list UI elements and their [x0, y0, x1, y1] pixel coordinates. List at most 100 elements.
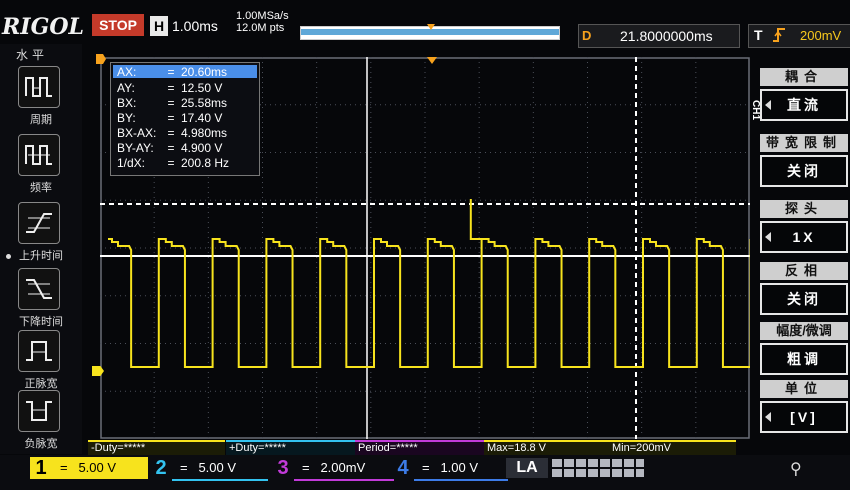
menu-coupling[interactable]: 耦合 直流 [760, 68, 848, 121]
logic-channels-grid-icon[interactable] [552, 459, 644, 477]
ch4-number: 4 [397, 457, 409, 479]
left-arrow-icon [765, 412, 771, 422]
menu-bandwidth-text: 关闭 [787, 163, 821, 179]
ch2-coupling: = [180, 460, 188, 475]
ch2-number: 2 [155, 457, 167, 479]
timebase-value[interactable]: 1.00ms [172, 18, 218, 34]
trigger-level: 200mV [800, 28, 842, 43]
measure-pos-duty[interactable]: +Duty=***** [226, 440, 355, 455]
ch2-indicator[interactable]: 2 = 5.00 V [150, 457, 268, 481]
cursor-key: BX: [117, 96, 137, 110]
ch2-scale: = 5.00 V [172, 457, 268, 481]
cursor-value: 4.980ms [181, 126, 228, 140]
menu-invert-text: 关闭 [787, 291, 821, 307]
cursor-value: 25.58ms [181, 96, 228, 110]
menu-unit-value[interactable]: [V] [760, 401, 848, 433]
measure-frequency-label: 频率 [30, 182, 52, 194]
measure-fall-time-item[interactable]: 下降时间 [18, 268, 64, 329]
sample-info: 1.00MSa/s 12.0M pts [236, 10, 289, 34]
measure-min[interactable]: Min=200mV [609, 440, 736, 455]
cursor-key: BY: [117, 111, 136, 125]
cursor-row-ax: AX: = 20.60ms [113, 65, 257, 79]
trigger-position-marker-icon [427, 24, 435, 30]
ch4-indicator[interactable]: 4 = 1.00 V [392, 457, 508, 481]
cursor-value: 12.50 V [181, 81, 223, 95]
measure-neg-duty[interactable]: -Duty=***** [88, 440, 225, 455]
cursor-eq: = [167, 65, 175, 79]
cursor-key: 1/dX: [117, 156, 146, 170]
usb-icon: ⚲ [790, 461, 802, 478]
positive-width-icon [18, 330, 60, 372]
delay-value: 21.8000000ms [620, 28, 713, 44]
ch1-indicator[interactable]: 1 = 5.00 V [30, 457, 148, 479]
ch1-number: 1 [30, 457, 52, 479]
menu-fine-text: 粗调 [787, 351, 821, 367]
menu-bandwidth-limit[interactable]: 带宽限制 关闭 [760, 134, 848, 187]
cursor-eq: = [167, 141, 175, 155]
measure-frequency-item[interactable]: 频率 [18, 134, 64, 195]
measure-positive-width-item[interactable]: 正脉宽 [18, 330, 64, 391]
measure-positive-width-label: 正脉宽 [24, 378, 58, 390]
negative-width-icon [18, 390, 60, 432]
run-stop-status[interactable]: STOP [92, 14, 144, 36]
cursor-row-ay: AY: = 12.50 V [117, 81, 223, 95]
period-icon [18, 66, 60, 108]
cursor-row-dx: BX-AX: = 4.980ms [117, 126, 228, 140]
ch4-coupling: = [422, 460, 430, 475]
menu-coupling-value[interactable]: 直流 [760, 89, 848, 121]
menu-invert[interactable]: 反相 关闭 [760, 262, 848, 315]
menu-invert-title: 反相 [760, 262, 848, 280]
cursor-eq: = [167, 96, 175, 110]
memory-depth: 12.0M pts [236, 22, 285, 34]
menu-fine-value[interactable]: 粗调 [760, 343, 848, 375]
menu-fine-title: 幅度/微调 [760, 322, 848, 340]
cursor-row-bx: BX: = 25.58ms [117, 96, 228, 110]
left-arrow-icon [765, 232, 771, 242]
measure-rise-time-item[interactable]: 上升时间 [18, 202, 64, 263]
menu-fine-adjust[interactable]: 幅度/微调 粗调 [760, 322, 848, 375]
menu-probe-value[interactable]: 1X [760, 221, 848, 253]
cursor-value: 20.60ms [181, 65, 228, 79]
cursor-row-by: BY: = 17.40 V [117, 111, 222, 125]
cursor-eq: = [167, 156, 175, 170]
measure-negative-width-item[interactable]: 负脉宽 [18, 390, 64, 451]
cursor-row-freq: 1/dX: = 200.8 Hz [117, 156, 230, 170]
left-arrow-icon [765, 100, 771, 110]
measure-period-label: 周期 [30, 114, 52, 126]
cursor-key: BY-AY: [117, 141, 154, 155]
logic-analyzer-button[interactable]: LA [506, 458, 548, 478]
measure-period-item[interactable]: 周期 [18, 66, 64, 127]
ch3-number: 3 [277, 457, 289, 479]
ch3-scale-value: 2.00mV [320, 460, 366, 475]
cursor-eq: = [167, 81, 175, 95]
frequency-icon [18, 134, 60, 176]
menu-unit[interactable]: 单位 [V] [760, 380, 848, 433]
cursor-value: 4.900 V [181, 141, 223, 155]
cursor-value: 200.8 Hz [181, 156, 230, 170]
menu-indicator-dot [6, 254, 11, 259]
measure-rise-time-label: 上升时间 [19, 250, 63, 262]
delay-label: D [582, 28, 592, 43]
left-menu-title: 水平 [16, 48, 49, 62]
measure-period[interactable]: Period=***** [355, 440, 484, 455]
menu-invert-value[interactable]: 关闭 [760, 283, 848, 315]
right-channel-menu: CH1 耦合 直流 带宽限制 关闭 探头 1X 反相 关闭 幅度/微调 粗调 单… [750, 62, 850, 442]
measure-max[interactable]: Max=18.8 V [484, 440, 609, 455]
menu-probe[interactable]: 探头 1X [760, 200, 848, 253]
trigger-label: T [754, 27, 763, 43]
rising-edge-icon [772, 27, 786, 43]
ch1-trace [108, 199, 750, 368]
menu-unit-title: 单位 [760, 380, 848, 398]
brand-logo: RIGOL [2, 14, 84, 40]
channel-bar: 1 = 5.00 V 2 = 5.00 V 3 = 2.00mV 4 = 1.0… [0, 455, 850, 490]
cursor-eq: = [167, 111, 175, 125]
measure-fall-time-label: 下降时间 [19, 316, 63, 328]
ch4-scale-value: 1.00 V [440, 460, 479, 475]
menu-bandwidth-value[interactable]: 关闭 [760, 155, 848, 187]
ch3-coupling: = [302, 460, 310, 475]
ch3-indicator[interactable]: 3 = 2.00mV [272, 457, 394, 481]
ch1-coupling: = [60, 460, 68, 475]
rise-time-icon [18, 202, 60, 244]
cursor-eq: = [167, 126, 175, 140]
ch1-scale: = 5.00 V [52, 457, 148, 479]
